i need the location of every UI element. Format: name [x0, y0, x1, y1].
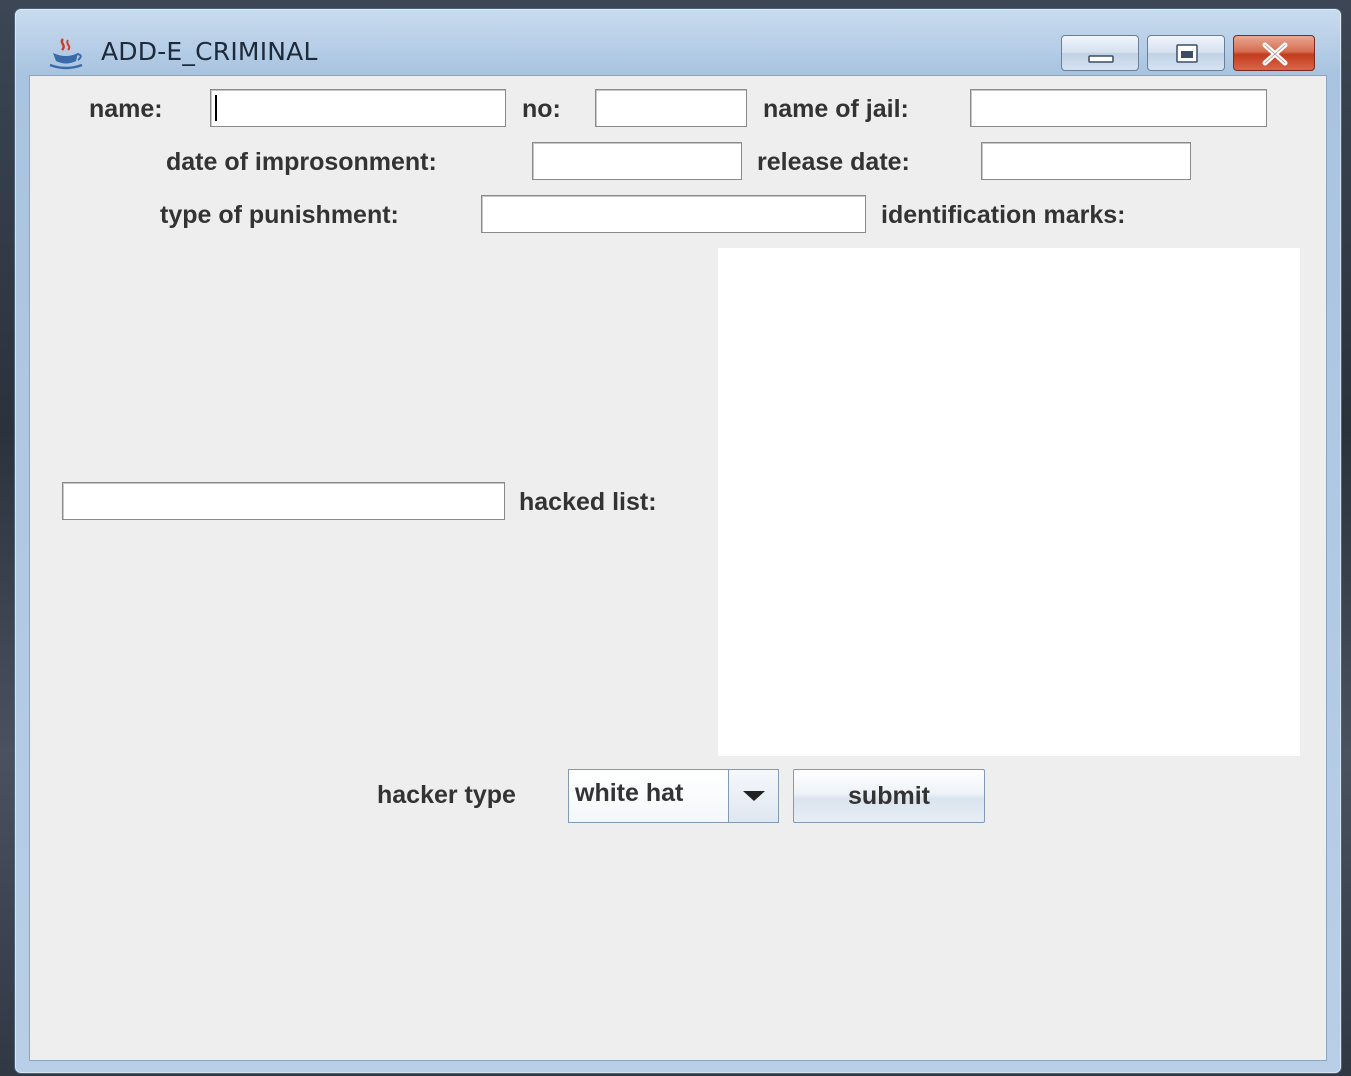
close-button[interactable]	[1233, 35, 1315, 71]
punishment-type-field[interactable]	[481, 195, 866, 233]
maximize-button[interactable]	[1147, 35, 1225, 71]
identification-marks-label: identification marks:	[881, 201, 1126, 229]
hacker-type-dropdown[interactable]: white hat	[568, 769, 779, 823]
window-title: ADD-E_CRIMINAL	[101, 37, 318, 66]
identification-marks-textarea[interactable]	[718, 248, 1300, 756]
name-label: name:	[89, 95, 163, 123]
submit-button[interactable]: submit	[793, 769, 985, 823]
hacker-type-selected: white hat	[575, 779, 684, 807]
hacked-list-field[interactable]	[62, 482, 505, 520]
release-date-label: release date:	[757, 148, 910, 176]
application-window: ADD-E_CRIMINAL name: no: name of jail: d…	[14, 8, 1342, 1074]
minimize-button[interactable]	[1061, 35, 1139, 71]
chevron-down-icon	[743, 791, 765, 801]
hacker-type-label: hacker type	[377, 781, 516, 809]
maximize-icon	[1176, 44, 1198, 63]
java-cup-icon	[47, 37, 85, 71]
jail-name-field[interactable]	[970, 89, 1267, 127]
imprisonment-date-label: date of improsonment:	[166, 148, 437, 176]
dropdown-arrow-button[interactable]	[728, 770, 778, 822]
no-field[interactable]	[595, 89, 747, 127]
release-date-field[interactable]	[981, 142, 1191, 180]
close-icon	[1262, 42, 1288, 66]
minimize-icon	[1088, 55, 1114, 63]
jail-name-label: name of jail:	[763, 95, 909, 123]
title-bar[interactable]: ADD-E_CRIMINAL	[15, 9, 1341, 79]
name-field[interactable]	[210, 89, 506, 127]
hacked-list-label: hacked list:	[519, 488, 657, 516]
form-panel: name: no: name of jail: date of improson…	[29, 75, 1327, 1061]
punishment-type-label: type of punishment:	[160, 201, 399, 229]
no-label: no:	[522, 95, 561, 123]
imprisonment-date-field[interactable]	[532, 142, 742, 180]
